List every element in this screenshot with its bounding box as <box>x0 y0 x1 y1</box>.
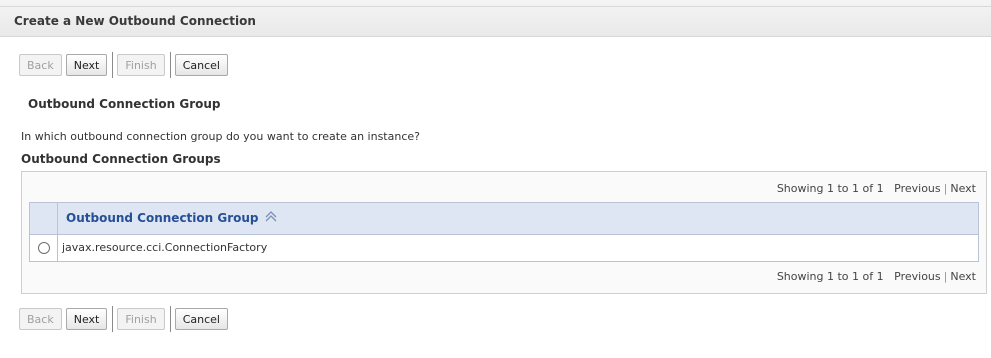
title-divider <box>0 6 991 7</box>
title-bar: Create a New Outbound Connection <box>0 0 991 37</box>
back-button[interactable]: Back <box>19 308 62 330</box>
finish-button[interactable]: Finish <box>117 54 165 76</box>
cancel-button[interactable]: Cancel <box>174 54 228 76</box>
pager-summary: Showing 1 to 1 of 1 <box>776 182 884 195</box>
pager-previous-link[interactable]: Previous <box>894 270 941 283</box>
next-button[interactable]: Next <box>65 54 108 76</box>
button-separator <box>169 306 171 332</box>
sort-ascending-icon[interactable] <box>265 203 277 234</box>
pager-previous-link[interactable]: Previous <box>894 182 941 195</box>
pager-divider: | <box>943 270 948 283</box>
table-row[interactable]: javax.resource.cci.ConnectionFactory <box>30 235 978 261</box>
top-button-bar: Back Next Finish Cancel <box>19 52 232 78</box>
back-button[interactable]: Back <box>19 54 62 76</box>
table-header: Outbound Connection Group <box>30 203 978 235</box>
pager-next-link[interactable]: Next <box>950 182 976 195</box>
select-column-header <box>30 203 58 234</box>
pager-summary: Showing 1 to 1 of 1 <box>776 270 884 283</box>
page-title: Create a New Outbound Connection <box>14 14 256 28</box>
column-header-group[interactable]: Outbound Connection Group <box>58 203 277 234</box>
groups-table: Outbound Connection Group javax.resource… <box>29 202 979 262</box>
button-separator <box>112 306 114 332</box>
finish-button[interactable]: Finish <box>117 308 165 330</box>
pager-bottom: Showing 1 to 1 of 1 Previous | Next <box>777 270 976 283</box>
pager-next-link[interactable]: Next <box>950 270 976 283</box>
bottom-button-bar: Back Next Finish Cancel <box>19 306 232 332</box>
cancel-button[interactable]: Cancel <box>174 308 228 330</box>
column-header-label: Outbound Connection Group <box>66 211 259 225</box>
groups-title: Outbound Connection Groups <box>21 152 221 166</box>
pager-top: Showing 1 to 1 of 1 Previous | Next <box>777 182 976 195</box>
button-separator <box>112 52 114 78</box>
next-button[interactable]: Next <box>65 308 108 330</box>
row-select-cell <box>30 235 58 261</box>
groups-panel: Showing 1 to 1 of 1 Previous | Next Outbou… <box>21 171 987 294</box>
button-separator <box>169 52 171 78</box>
row-radio[interactable] <box>38 242 50 254</box>
section-title: Outbound Connection Group <box>28 97 221 111</box>
row-value: javax.resource.cci.ConnectionFactory <box>62 241 268 254</box>
section-prompt: In which outbound connection group do yo… <box>21 130 420 143</box>
pager-divider: | <box>943 182 948 195</box>
